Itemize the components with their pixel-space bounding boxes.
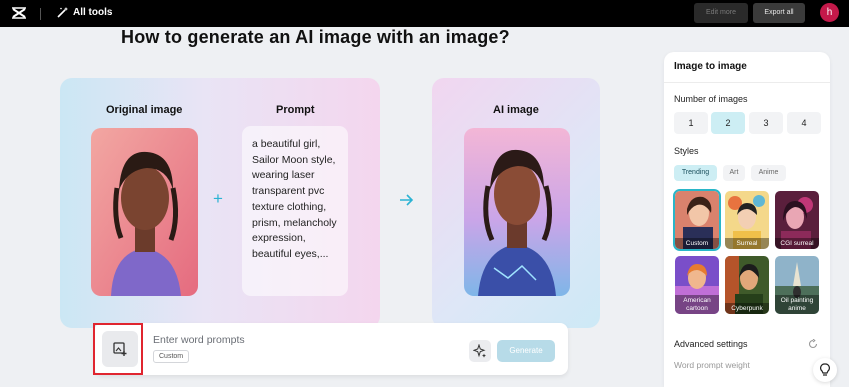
lightbulb-icon — [820, 363, 830, 376]
panel-divider — [664, 82, 830, 83]
style-card-custom[interactable]: Custom — [673, 189, 721, 251]
style-label-custom: Custom — [675, 237, 719, 249]
number-option-3[interactable]: 3 — [749, 112, 783, 134]
original-image-title: Original image — [106, 104, 183, 116]
generate-button[interactable]: Generate — [497, 340, 555, 362]
avatar[interactable]: h — [820, 3, 839, 22]
tips-button[interactable] — [813, 358, 837, 382]
style-card-surreal[interactable]: Surreal — [725, 191, 769, 249]
inspire-button[interactable] — [469, 340, 491, 362]
styles-label: Styles — [674, 146, 699, 156]
ai-image-title: AI image — [493, 104, 539, 116]
arrow-right-icon — [400, 194, 414, 206]
number-option-1[interactable]: 1 — [674, 112, 708, 134]
style-card-oil-painting-anime[interactable]: Oil painting anime — [775, 256, 819, 314]
magic-wand-icon — [57, 7, 68, 18]
topbar-divider — [40, 8, 41, 20]
custom-chip[interactable]: Custom — [153, 350, 190, 363]
tab-art[interactable]: Art — [723, 165, 745, 181]
advanced-settings-label[interactable]: Advanced settings — [674, 339, 748, 349]
export-all-button[interactable]: Export all — [753, 3, 805, 23]
number-of-images-label: Number of images — [674, 94, 748, 104]
capcut-logo-icon[interactable] — [11, 5, 27, 21]
reset-icon[interactable] — [808, 339, 818, 349]
style-label-american-cartoon: American cartoon — [675, 295, 719, 314]
prompt-text: a beautiful girl, Sailor Moon style, wea… — [252, 138, 337, 260]
prompt-title: Prompt — [276, 104, 315, 116]
prompt-input[interactable] — [153, 333, 453, 347]
word-prompt-weight-label: Word prompt weight — [674, 360, 750, 370]
panel-title: Image to image — [674, 61, 747, 72]
original-image — [91, 128, 198, 296]
sparkle-icon — [473, 344, 486, 358]
all-tools-link[interactable]: All tools — [73, 7, 112, 18]
style-card-cyberpunk[interactable]: Cyberpunk — [725, 256, 769, 314]
style-label-cgi-surreal: CGI surreal — [775, 237, 819, 249]
style-label-surreal: Surreal — [725, 237, 769, 249]
ai-image — [464, 128, 570, 296]
tab-anime[interactable]: Anime — [751, 165, 786, 181]
style-label-cyberpunk: Cyberpunk — [725, 302, 769, 314]
number-option-2[interactable]: 2 — [711, 112, 745, 134]
prompt-card: a beautiful girl, Sailor Moon style, wea… — [242, 126, 348, 296]
edit-more-button[interactable]: Edit more — [694, 3, 748, 23]
top-bar: All tools Edit more Export all h — [0, 0, 849, 27]
upload-highlight-box — [93, 323, 143, 375]
tab-trending[interactable]: Trending — [674, 165, 717, 181]
style-card-american-cartoon[interactable]: American cartoon — [675, 256, 719, 314]
style-label-oil-painting-anime: Oil painting anime — [775, 295, 819, 314]
style-card-cgi-surreal[interactable]: CGI surreal — [775, 191, 819, 249]
number-option-4[interactable]: 4 — [787, 112, 821, 134]
page-title: How to generate an AI image with an imag… — [121, 27, 510, 47]
plus-icon: + — [213, 189, 223, 208]
